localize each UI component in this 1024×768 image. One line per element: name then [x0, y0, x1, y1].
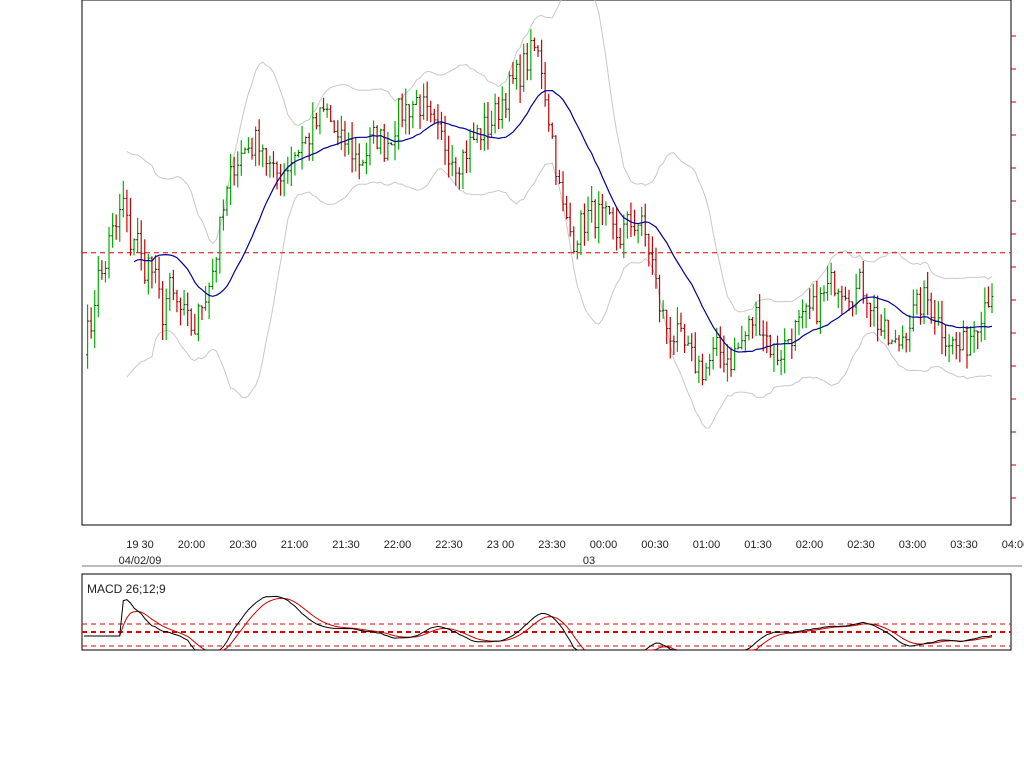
- time-tick-label: 21:30: [332, 539, 360, 551]
- time-tick-label: 03:30: [950, 539, 978, 551]
- time-tick-label: 22:00: [384, 539, 412, 551]
- time-tick-label: 02:00: [796, 539, 824, 551]
- time-tick-label: 04:00: [1002, 539, 1024, 551]
- time-tick-label: 20:30: [229, 539, 257, 551]
- time-tick-label: 01:00: [693, 539, 721, 551]
- date-label: 03: [583, 555, 595, 567]
- time-tick-label: 20:00: [178, 539, 206, 551]
- time-axis: 19 30 20:00 20:30 21:00 21:30 22:00 22:30 23 00…: [82, 528, 1024, 568]
- time-tick-label: 03:00: [899, 539, 927, 551]
- time-tick-label: 00:30: [641, 539, 669, 551]
- time-tick-label: 01:30: [744, 539, 772, 551]
- macd-label: MACD 26;12;9: [87, 582, 166, 596]
- time-tick-label: 23:30: [538, 539, 566, 551]
- price-axis-ticks: [1011, 35, 1016, 499]
- time-tick-label: 00:00: [590, 539, 618, 551]
- time-tick-label: 22:30: [435, 539, 463, 551]
- price-plot-frame: [81, 0, 1012, 526]
- time-tick-label: 19 30: [126, 539, 154, 551]
- time-tick-label: 23 00: [487, 539, 515, 551]
- time-tick-label: 02:30: [847, 539, 875, 551]
- price-chart: [81, 0, 1016, 526]
- date-label: 04/02/09: [119, 555, 162, 567]
- time-tick-label: 21:00: [281, 539, 309, 551]
